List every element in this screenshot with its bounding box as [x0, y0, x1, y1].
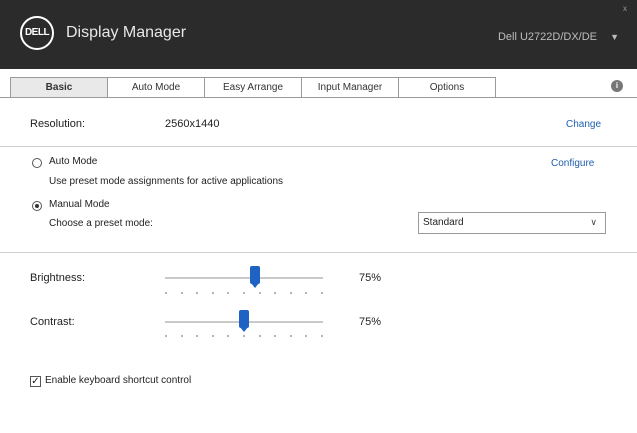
resolution-value: 2560x1440 [165, 118, 220, 130]
slider-tick [196, 335, 199, 337]
contrast-label: Contrast: [30, 316, 75, 328]
brightness-slider-track[interactable] [165, 277, 323, 279]
slider-tick [196, 292, 199, 294]
slider-tick [305, 335, 308, 337]
brightness-value: 75% [359, 272, 382, 284]
tab-easy-arrange[interactable]: Easy Arrange [205, 77, 302, 98]
tab-options[interactable]: Options [399, 77, 496, 98]
auto-mode-label[interactable]: Auto Mode [49, 156, 97, 167]
resolution-label: Resolution: [30, 118, 86, 130]
tab-basic[interactable]: Basic [10, 77, 108, 98]
slider-tick [180, 335, 183, 337]
slider-tick [289, 335, 292, 337]
keyboard-control-checkbox[interactable]: ✓ [30, 376, 41, 387]
slider-tick [211, 335, 214, 337]
app-title: Display Manager [66, 24, 187, 41]
slider-tick [165, 335, 167, 337]
contrast-value: 75% [359, 316, 382, 328]
chevron-down-icon[interactable]: ∨ [590, 217, 597, 228]
contrast-slider-thumb[interactable] [239, 310, 250, 332]
brightness-slider-thumb[interactable] [250, 266, 261, 288]
close-icon[interactable]: x [623, 4, 627, 13]
slider-tick [305, 292, 308, 294]
slider-tick [243, 292, 245, 294]
slider-tick [227, 292, 230, 294]
preset-mode-value: Standard [423, 217, 464, 228]
contrast-slider-ticks [165, 335, 323, 338]
slider-tick [274, 335, 277, 337]
manual-mode-label[interactable]: Manual Mode [49, 199, 110, 210]
change-resolution-link[interactable]: Change [566, 119, 601, 130]
monitor-selector[interactable]: Dell U2722D/DX/DE [498, 31, 597, 43]
slider-tick [165, 292, 167, 294]
slider-tick [180, 292, 183, 294]
slider-tick [243, 335, 245, 337]
slider-tick [227, 335, 230, 337]
title-bar: DELL Display Manager Dell U2722D/DX/DE ▼… [0, 0, 637, 69]
dell-logo-icon: DELL [20, 16, 54, 50]
keyboard-control-label[interactable]: Enable keyboard shortcut control [45, 375, 191, 386]
auto-mode-radio[interactable] [32, 158, 42, 168]
slider-tick [274, 292, 277, 294]
slider-tick [258, 292, 261, 294]
brightness-label: Brightness: [30, 272, 86, 284]
slider-tick [258, 335, 261, 337]
preset-mode-prompt: Choose a preset mode: [49, 218, 153, 229]
preset-mode-dropdown[interactable]: Standard ∨ [418, 212, 606, 234]
manual-mode-radio[interactable] [32, 201, 42, 211]
configure-link[interactable]: Configure [551, 158, 594, 169]
auto-mode-description: Use preset mode assignments for active a… [49, 176, 284, 187]
chevron-down-icon[interactable]: ▼ [610, 32, 619, 42]
brightness-slider-ticks [165, 292, 323, 295]
tab-auto-mode[interactable]: Auto Mode [108, 77, 205, 98]
divider [0, 146, 637, 147]
tab-bar: Basic Auto Mode Easy Arrange Input Manag… [0, 77, 600, 98]
tab-input-manager[interactable]: Input Manager [302, 77, 399, 98]
slider-tick [289, 292, 292, 294]
info-icon[interactable]: i [611, 80, 623, 92]
divider [0, 252, 637, 253]
slider-tick [321, 292, 323, 294]
slider-tick [321, 335, 323, 337]
slider-tick [211, 292, 214, 294]
